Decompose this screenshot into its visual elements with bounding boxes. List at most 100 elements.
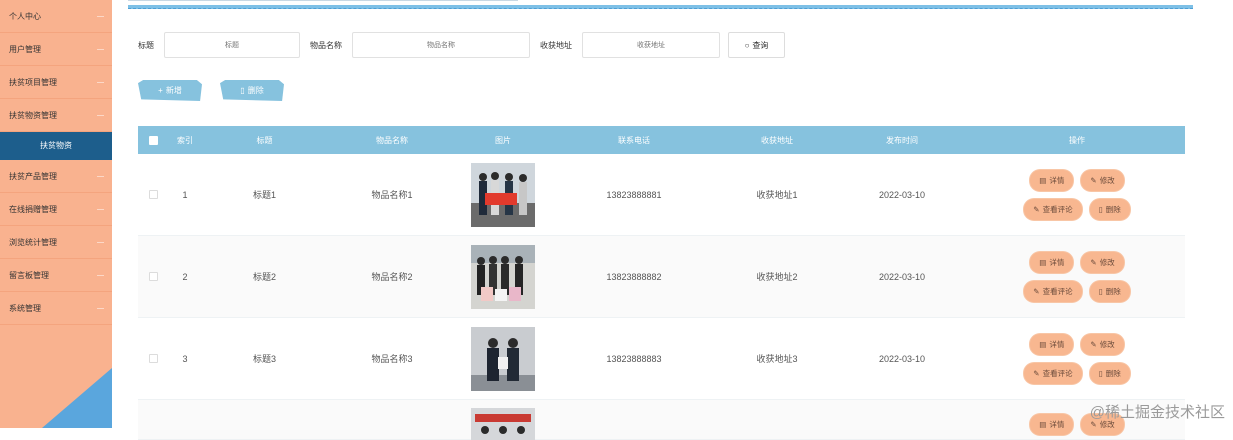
detail-button[interactable]: ▤详情 (1030, 170, 1073, 191)
header-image: 图片 (457, 135, 549, 146)
detail-label: 详情 (1049, 419, 1064, 430)
sidebar-item-user-management[interactable]: 用户管理 — (0, 33, 112, 66)
row-phone: 13823888882 (549, 272, 719, 282)
address-search-input[interactable] (582, 32, 720, 58)
watermark: @稀土掘金技术社区 (1090, 401, 1225, 422)
header-address: 收获地址 (719, 135, 835, 146)
edit-label: 修改 (1100, 339, 1115, 350)
top-divider (128, 0, 518, 1)
row-image-cell (457, 408, 549, 440)
row-select-cell (138, 272, 168, 281)
pencil-icon: ✎ (1033, 205, 1039, 214)
document-icon: ▤ (1039, 340, 1046, 349)
select-all-checkbox[interactable] (149, 136, 158, 145)
add-button[interactable]: + 新增 (138, 80, 202, 101)
sidebar-item-personal-center[interactable]: 个人中心 — (0, 0, 112, 33)
row-date: 2022-03-10 (835, 272, 969, 282)
title-label: 标题 (138, 40, 154, 51)
detail-button[interactable]: ▤详情 (1030, 252, 1073, 273)
trash-icon: ▯ (1099, 369, 1103, 378)
sidebar-decoration (42, 368, 112, 428)
row-image-cell (457, 163, 549, 227)
edit-button[interactable]: ✎修改 (1081, 334, 1123, 355)
view-reviews-button[interactable]: ✎ 查看评论 (1024, 199, 1081, 220)
delete-button[interactable]: ▯删除 (1090, 281, 1130, 302)
sidebar-item-stats-management[interactable]: 浏览统计管理 — (0, 226, 112, 259)
row-checkbox[interactable] (149, 354, 158, 363)
table-row: 1 标题1 物品名称1 13823888881 收获地址1 2022-03-10 (138, 154, 1185, 236)
row-name: 物品名称2 (327, 270, 457, 283)
view-reviews-label: 查看评论 (1043, 368, 1073, 379)
row-actions: ▤详情 ✎修改 ✎ 查看评论 ▯删除 (969, 334, 1185, 384)
chevron-icon: — (97, 292, 104, 325)
row-index: 3 (168, 354, 202, 364)
top-bar (128, 5, 1193, 9)
document-icon: ▤ (1039, 258, 1046, 267)
name-search-input[interactable] (352, 32, 530, 58)
header-date: 发布时间 (835, 135, 969, 146)
pencil-icon: ✎ (1090, 176, 1096, 185)
sidebar-item-material-management[interactable]: 扶贫物资管理— (0, 99, 112, 132)
item-photo (471, 327, 535, 391)
sidebar-item-donation-management[interactable]: 在线捐赠管理— (0, 193, 112, 226)
edit-button[interactable]: ✎修改 (1081, 252, 1123, 273)
row-name: 物品名称1 (327, 188, 457, 201)
sidebar-item-project-management[interactable]: 扶贫项目管理— (0, 66, 112, 99)
sidebar-item-label: 留言板管理 (9, 271, 49, 280)
sidebar-item-label: 用户管理 (9, 45, 41, 54)
item-photo (471, 245, 535, 309)
view-reviews-button[interactable]: ✎查看评论 (1024, 281, 1081, 302)
detail-button[interactable]: ▤详情 (1030, 414, 1073, 435)
table-row: ▤详情 ✎修改 (138, 400, 1185, 440)
header-phone: 联系电话 (549, 135, 719, 146)
edit-label: 修改 (1100, 175, 1115, 186)
row-image-cell (457, 327, 549, 391)
select-all-cell (138, 136, 168, 145)
title-search-input[interactable] (164, 32, 300, 58)
document-icon: ▤ (1039, 176, 1046, 185)
sidebar-item-label: 个人中心 (9, 12, 41, 21)
sidebar-item-label: 在线捐赠管理 (9, 205, 57, 214)
batch-delete-button[interactable]: ▯ 删除 (220, 80, 284, 101)
chevron-icon: — (97, 0, 104, 33)
edit-button[interactable]: ✎ 修改 (1081, 170, 1123, 191)
sidebar-subitem-materials[interactable]: 扶贫物资 (0, 132, 112, 160)
delete-label: 删除 (1106, 204, 1121, 215)
view-reviews-label: 查看评论 (1043, 204, 1073, 215)
row-name: 物品名称3 (327, 352, 457, 365)
row-title: 标题2 (202, 270, 327, 283)
delete-button[interactable]: ▯删除 (1090, 199, 1130, 220)
plus-icon: + (158, 86, 163, 95)
row-index: 2 (168, 272, 202, 282)
name-label: 物品名称 (310, 40, 342, 51)
chevron-icon: — (97, 226, 104, 259)
delete-button[interactable]: ▯删除 (1090, 363, 1130, 384)
pencil-icon: ✎ (1033, 369, 1039, 378)
address-label: 收获地址 (540, 40, 572, 51)
header-index: 索引 (168, 135, 202, 146)
search-button[interactable]: ○ 查询 (728, 32, 785, 58)
delete-label: 删除 (1106, 368, 1121, 379)
row-checkbox[interactable] (149, 272, 158, 281)
sidebar-item-system-management[interactable]: 系统管理— (0, 292, 112, 325)
row-checkbox[interactable] (149, 190, 158, 199)
view-reviews-button[interactable]: ✎ 查看评论 (1024, 363, 1081, 384)
row-image-cell (457, 245, 549, 309)
row-address: 收获地址3 (719, 352, 835, 365)
sidebar-item-label: 扶贫产品管理 (9, 172, 57, 181)
detail-label: 详情 (1049, 257, 1064, 268)
header-actions: 操作 (969, 135, 1185, 146)
chevron-icon: — (97, 259, 104, 292)
data-table: 索引 标题 物品名称 图片 联系电话 收获地址 发布时间 操作 1 标题1 物品… (138, 126, 1185, 440)
chevron-icon: — (97, 33, 104, 66)
table-row: 2 标题2 物品名称2 13823888882 收获地址2 2022-03-1 (138, 236, 1185, 318)
row-title: 标题3 (202, 352, 327, 365)
row-title: 标题1 (202, 188, 327, 201)
add-button-label: 新增 (166, 85, 182, 96)
sidebar-item-label: 浏览统计管理 (9, 238, 57, 247)
row-select-cell (138, 190, 168, 199)
sidebar-item-message-board[interactable]: 留言板管理 — (0, 259, 112, 292)
item-photo (471, 163, 535, 227)
detail-button[interactable]: ▤详情 (1030, 334, 1073, 355)
sidebar-item-product-management[interactable]: 扶贫产品管理— (0, 160, 112, 193)
